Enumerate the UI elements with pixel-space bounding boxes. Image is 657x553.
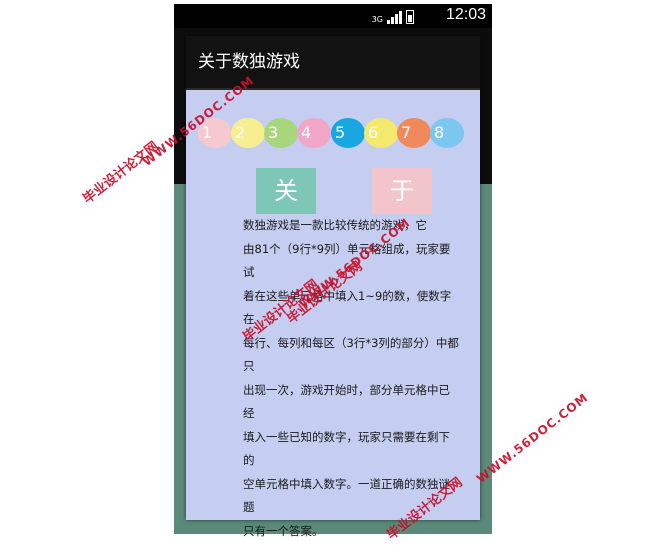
title-tile-yu: 于 — [372, 168, 432, 214]
status-icons: 3G — [372, 8, 414, 24]
number-oval-4: 4 — [297, 118, 331, 148]
number-label-2: 2 — [235, 123, 246, 142]
number-oval-3: 3 — [264, 118, 298, 148]
number-ovals-row: 1 2 3 4 5 6 7 8 — [198, 118, 498, 148]
title-tile-guan: 关 — [256, 168, 316, 214]
number-oval-8: 8 — [430, 118, 464, 148]
battery-icon — [406, 10, 414, 24]
signal-icon — [387, 10, 402, 24]
number-label-5: 5 — [335, 123, 346, 142]
status-clock: 12:03 — [445, 6, 486, 23]
network-type-label: 3G — [371, 15, 383, 24]
number-oval-7: 7 — [397, 118, 431, 148]
watermark-cn-1: 毕业设计论文网 — [80, 139, 162, 207]
number-label-4: 4 — [301, 123, 312, 142]
number-label-8: 8 — [434, 123, 445, 142]
number-oval-5: 5 — [331, 118, 365, 148]
number-label-3: 3 — [268, 123, 279, 142]
number-oval-6: 6 — [364, 118, 398, 148]
status-bar: 3G 12:03 — [174, 4, 492, 28]
phone-screen: 3G 12:03 关于数独游戏 1 2 3 4 5 6 7 8 关 于 数独游戏… — [174, 4, 492, 538]
number-oval-2: 2 — [231, 118, 265, 148]
number-label-7: 7 — [401, 123, 412, 142]
dialog-title: 关于数独游戏 — [186, 36, 480, 88]
number-label-6: 6 — [368, 123, 379, 142]
dialog-body[interactable]: 1 2 3 4 5 6 7 8 关 于 数独游戏是一款比较传统的游戏，它 由81… — [186, 90, 480, 538]
